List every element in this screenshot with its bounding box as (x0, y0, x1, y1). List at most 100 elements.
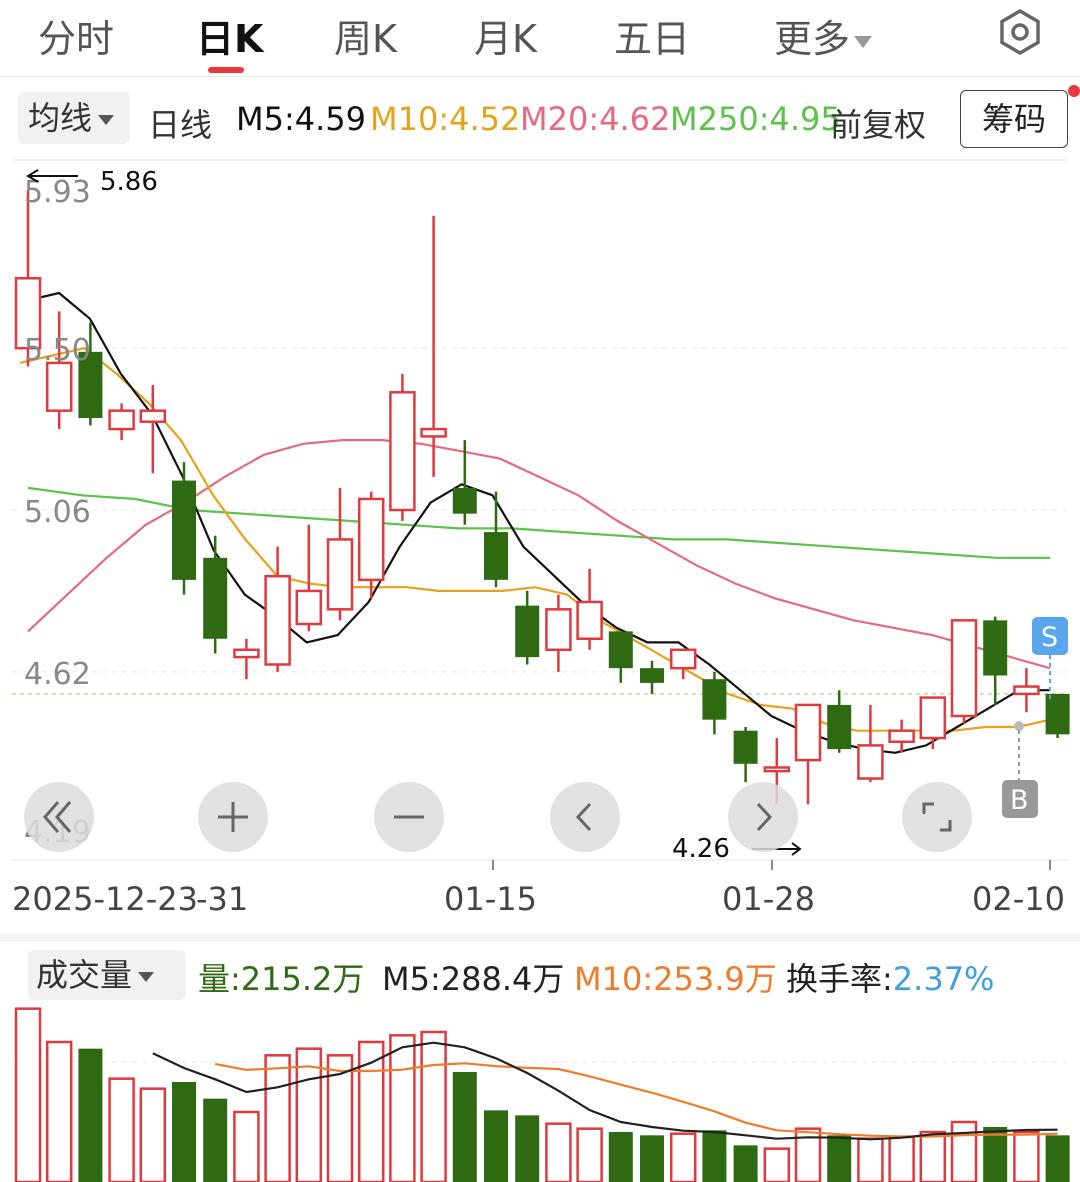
volume-bar-up (233, 1110, 260, 1182)
date-label: 01-28 (722, 880, 815, 918)
y-axis-tick: 5.06 (24, 495, 91, 530)
volume-bar-down (78, 1048, 103, 1182)
volume-bar-up (1013, 1130, 1040, 1182)
y-axis-tick: 4.62 (24, 657, 91, 692)
volume-bar-up (576, 1127, 603, 1182)
date-label: 2025-12-23 (12, 880, 198, 918)
date-label: 01-15 (444, 880, 537, 918)
candle-body-up (669, 648, 697, 670)
candle-body-up (108, 409, 135, 431)
candle-body-up (794, 703, 822, 762)
volume-bar-down (203, 1098, 228, 1182)
volume-bar-up (888, 1135, 915, 1182)
scroll-right-button[interactable] (728, 782, 798, 852)
volume-bar-down (484, 1110, 508, 1182)
chevron-right-icon (756, 802, 773, 832)
fullscreen-icon (922, 802, 952, 832)
volume-chart[interactable] (0, 1002, 1080, 1182)
turnover-value: 2.37% (892, 960, 995, 998)
scroll-to-start-button[interactable] (24, 782, 94, 852)
max-price-label: 5.86 (100, 167, 158, 197)
candlestick-chart[interactable]: 5.935.505.064.624.19 5.864.26SB (0, 0, 1080, 870)
candle-body-down (733, 730, 758, 764)
candle-body-up (389, 391, 416, 512)
candle-body-down (640, 668, 664, 683)
candle-body-up (857, 744, 884, 780)
volume-bar-down (1045, 1135, 1070, 1182)
candle-body-up (1013, 685, 1040, 696)
y-axis-tick: 5.50 (24, 333, 91, 368)
volume-bar-up (420, 1030, 447, 1182)
volume-bar-up (919, 1130, 947, 1182)
volume-bar-up (45, 1040, 73, 1182)
candle-body-down (983, 620, 1008, 676)
candle-body-down (608, 631, 633, 669)
candle-body-up (139, 409, 167, 423)
candle-body-down (702, 679, 727, 720)
buy-marker-dot (1014, 721, 1024, 731)
candle-body-up (45, 361, 73, 412)
volume-bar-down (702, 1130, 727, 1182)
turnover-label: 换手率: (786, 960, 893, 998)
dropdown-arrow-icon (138, 972, 155, 982)
sell-marker-label: S (1041, 622, 1058, 653)
candle-body-down (515, 605, 540, 658)
candle-body-down (172, 480, 196, 580)
volume-bar-down (640, 1135, 664, 1182)
volume-bar-up (857, 1137, 884, 1182)
candle-body-up (420, 427, 447, 438)
turnover-rate: 换手率:2.37% (786, 954, 994, 1000)
zoom-out-button[interactable] (374, 782, 444, 852)
date-label: -31 (196, 880, 249, 918)
volume-m5: M5:288.4万 (382, 960, 565, 998)
candle-body-up (295, 589, 323, 626)
scroll-left-button[interactable] (550, 782, 620, 852)
candle-body-down (203, 557, 228, 639)
minus-icon (394, 815, 424, 819)
volume-bar-down (608, 1132, 633, 1182)
volume-bar-up (389, 1034, 416, 1182)
volume-bar-up (669, 1132, 697, 1182)
candle-body-up (545, 608, 572, 652)
volume-selector-label: 成交量 (36, 956, 133, 994)
volume-bar-up (545, 1122, 572, 1182)
candle-body-down (1045, 693, 1070, 735)
fullscreen-button[interactable] (902, 782, 972, 852)
volume-bar-up (264, 1054, 291, 1182)
volume-bar-up (14, 1007, 42, 1182)
volume-bar-up (763, 1147, 791, 1182)
volume-m10: M10:253.9万 (574, 960, 777, 998)
candle-body-up (576, 600, 603, 640)
candle-body-up (233, 648, 260, 659)
volume-bar-up (139, 1087, 167, 1182)
buy-marker-label: B (1010, 785, 1029, 816)
volume-bar-up (108, 1077, 135, 1182)
date-axis: 2025-12-23 -31 01-15 01-28 02-10 (0, 870, 1080, 930)
chevron-left-icon (575, 802, 592, 832)
candle-body-up (264, 574, 291, 666)
volume-bar-down (827, 1135, 852, 1182)
date-label-day: 31 (207, 880, 249, 918)
volume-value: 量:215.2万 (198, 960, 365, 998)
volume-bar-up (950, 1120, 978, 1182)
double-chevron-left-icon (43, 801, 72, 833)
min-price-label: 4.26 (672, 834, 730, 864)
section-divider (0, 934, 1080, 942)
candle-body-up (763, 766, 791, 773)
candle-body-down (827, 704, 852, 750)
volume-indicator-selector[interactable]: 成交量 (28, 950, 186, 1000)
candle-body-up (326, 538, 354, 611)
candle-body-up (357, 497, 385, 582)
candle-body-up (950, 619, 978, 718)
candle-body-up (888, 729, 915, 743)
volume-bar-down (452, 1072, 477, 1182)
volume-bar-down (172, 1082, 196, 1182)
date-label: 02-10 (972, 880, 1065, 918)
plus-icon (218, 802, 248, 832)
volume-bar-down (515, 1115, 540, 1182)
candle-body-down (484, 532, 508, 580)
candle-body-down (452, 487, 477, 514)
volume-bar-down (733, 1145, 758, 1182)
zoom-in-button[interactable] (198, 782, 268, 852)
candle-body-up (919, 696, 947, 740)
